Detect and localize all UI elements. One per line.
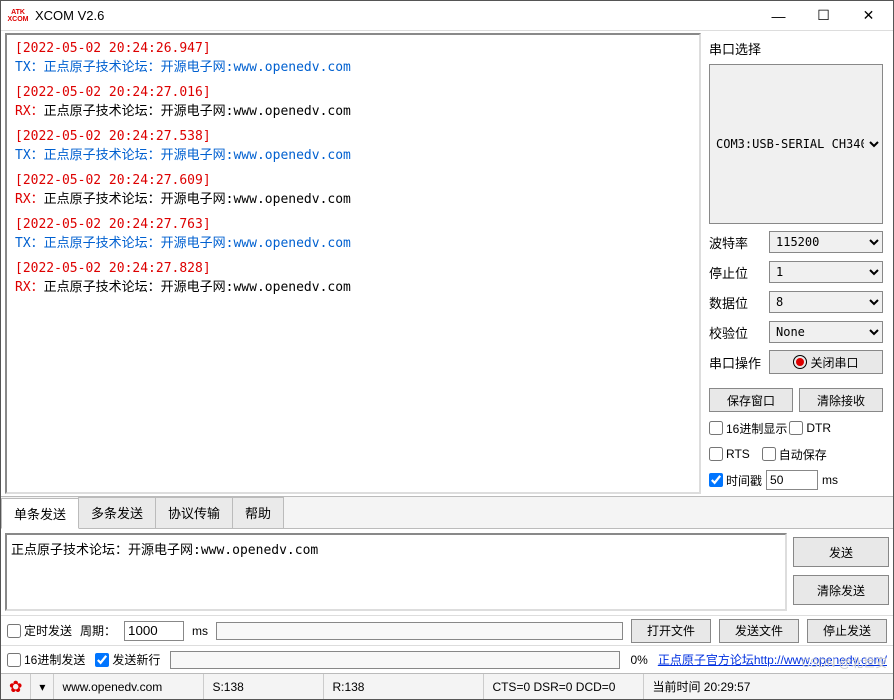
tab-protocol[interactable]: 协议传输 [155, 497, 233, 528]
stopbits-select[interactable]: 1 [769, 261, 883, 283]
status-lines: CTS=0 DSR=0 DCD=0 [484, 674, 644, 699]
period-label: 周期： [80, 622, 116, 639]
titlebar: ATKXCOM XCOM V2.6 — ☐ ✕ [1, 1, 893, 31]
settings-gear-icon[interactable]: ✿ [1, 674, 31, 699]
port-select-label: 串口选择 [709, 39, 883, 58]
send-file-button[interactable]: 发送文件 [719, 619, 799, 643]
dtr-checkbox[interactable]: DTR [789, 418, 831, 438]
open-file-button[interactable]: 打开文件 [631, 619, 711, 643]
tab-multi-send[interactable]: 多条发送 [78, 497, 156, 528]
parity-select[interactable]: None [769, 321, 883, 343]
app-logo-icon: ATKXCOM [7, 5, 29, 27]
save-window-button[interactable]: 保存窗口 [709, 388, 793, 412]
sidebar: 串口选择 COM3:USB-SERIAL CH340 波特率 115200 停止… [701, 31, 893, 496]
log-output[interactable]: [2022-05-02 20:24:26.947]TX：正点原子技术论坛：开源电… [5, 33, 701, 494]
window-title: XCOM V2.6 [35, 8, 756, 23]
send-tabs: 单条发送 多条发送 协议传输 帮助 [1, 497, 893, 529]
send-textarea[interactable] [5, 533, 787, 611]
op-label: 串口操作 [709, 353, 765, 372]
timed-send-checkbox[interactable]: 定时发送 [7, 621, 72, 641]
tab-help[interactable]: 帮助 [232, 497, 284, 528]
timestamp-interval-input[interactable] [766, 470, 818, 490]
close-port-button[interactable]: 关闭串口 [769, 350, 883, 374]
hex-display-checkbox[interactable]: 16进制显示 [709, 418, 787, 438]
baud-label: 波特率 [709, 233, 765, 252]
status-time: 当前时间 20:29:57 [644, 674, 893, 699]
databits-select[interactable]: 8 [769, 291, 883, 313]
send-newline-checkbox[interactable]: 发送新行 [95, 650, 160, 670]
progress-percent: 0% [630, 653, 647, 667]
timestamp-checkbox[interactable]: 时间戳 [709, 470, 762, 490]
port-select[interactable]: COM3:USB-SERIAL CH340 [709, 64, 883, 224]
period-input[interactable] [124, 621, 184, 641]
clear-recv-button[interactable]: 清除接收 [799, 388, 883, 412]
rts-checkbox[interactable]: RTS [709, 444, 750, 464]
parity-label: 校验位 [709, 323, 765, 342]
status-sent: S:138 [204, 674, 324, 699]
file-path-display [216, 622, 623, 640]
clear-send-button[interactable]: 清除发送 [793, 575, 889, 605]
forum-link[interactable]: 正点原子官方论坛http://www.openedv.com/ [658, 651, 887, 668]
statusbar: ✿ ▾ www.openedv.com S:138 R:138 CTS=0 DS… [1, 673, 893, 699]
baud-select[interactable]: 115200 [769, 231, 883, 253]
send-progress [170, 651, 620, 669]
ms-unit: ms [822, 473, 838, 487]
stop-label: 停止位 [709, 263, 765, 282]
close-button[interactable]: ✕ [846, 2, 891, 30]
status-dropdown-icon[interactable]: ▾ [31, 674, 54, 699]
minimize-button[interactable]: — [756, 2, 801, 30]
maximize-button[interactable]: ☐ [801, 2, 846, 30]
hex-send-checkbox[interactable]: 16进制发送 [7, 650, 85, 670]
send-button[interactable]: 发送 [793, 537, 889, 567]
record-icon [793, 355, 807, 369]
autosave-checkbox[interactable]: 自动保存 [762, 444, 827, 464]
status-recv: R:138 [324, 674, 484, 699]
tab-single-send[interactable]: 单条发送 [1, 498, 79, 529]
status-site: www.openedv.com [54, 674, 204, 699]
stop-send-button[interactable]: 停止发送 [807, 619, 887, 643]
period-unit: ms [192, 624, 208, 638]
data-label: 数据位 [709, 293, 765, 312]
